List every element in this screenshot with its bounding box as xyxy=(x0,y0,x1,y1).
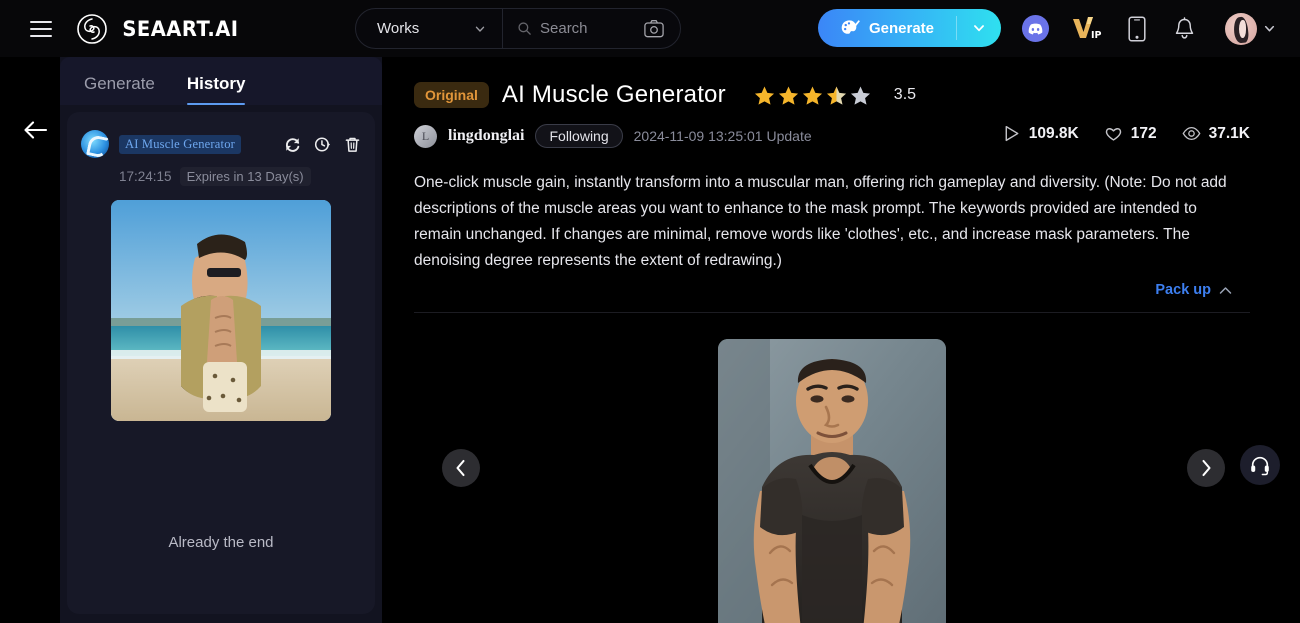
palette-brush-icon xyxy=(841,19,860,34)
carousel-image[interactable] xyxy=(718,339,946,623)
work-description: One-click muscle gain, instantly transfo… xyxy=(414,174,1227,269)
tab-history[interactable]: History xyxy=(171,74,262,105)
stat-views-value: 37.1K xyxy=(1208,124,1250,142)
history-thumbnail[interactable] xyxy=(111,200,331,421)
sidebar-tabs: Generate History xyxy=(60,57,382,105)
chevron-down-icon xyxy=(475,26,485,32)
brand-name: SEAART.AI xyxy=(122,16,239,41)
history-time: 17:24:15 xyxy=(119,169,172,184)
discord-icon xyxy=(1021,14,1050,43)
image-carousel xyxy=(414,339,1250,623)
chevron-up-icon xyxy=(1219,286,1232,294)
back-button[interactable] xyxy=(22,117,50,143)
generate-button[interactable]: Generate xyxy=(818,9,1001,47)
delete-trash-icon[interactable] xyxy=(344,136,361,153)
search-input[interactable] xyxy=(540,20,640,37)
category-select-works[interactable]: Works xyxy=(356,9,503,48)
pack-up-row: Pack up xyxy=(414,282,1232,298)
history-card: AI Muscle Generator 17:24:15 Expires in … xyxy=(67,112,375,614)
generate-button-main[interactable]: Generate xyxy=(818,18,956,39)
play-icon xyxy=(1005,125,1019,142)
rating-value: 3.5 xyxy=(893,86,917,103)
history-item-tag[interactable]: AI Muscle Generator xyxy=(119,134,242,154)
stat-likes-value: 172 xyxy=(1130,124,1157,142)
author-avatar: L xyxy=(414,124,437,148)
vip-button[interactable]: IP xyxy=(1072,0,1106,57)
main-content: Original AI Muscle Generator 3.5 L lingd… xyxy=(382,57,1300,623)
carousel-next-button[interactable] xyxy=(1187,449,1225,487)
hamburger-icon[interactable] xyxy=(30,16,56,42)
brand-logo-link[interactable]: SEAART.AI xyxy=(76,13,243,45)
stat-likes[interactable]: 172 xyxy=(1104,124,1157,143)
search-icon xyxy=(518,22,531,35)
stat-runs: 109.8K xyxy=(1002,124,1079,143)
support-button[interactable] xyxy=(1240,445,1280,485)
search-bar: Works xyxy=(355,8,681,49)
star-icon xyxy=(802,86,822,105)
author-name[interactable]: lingdonglai xyxy=(448,127,524,145)
star-icon xyxy=(754,86,774,105)
carousel-image-content xyxy=(718,339,946,623)
history-end-text: Already the end xyxy=(168,534,274,551)
eye-icon xyxy=(1182,126,1201,141)
chevron-down-icon xyxy=(1264,25,1275,32)
page-title: AI Muscle Generator xyxy=(501,81,726,108)
history-expires-badge: Expires in 13 Day(s) xyxy=(179,167,311,186)
section-divider xyxy=(414,312,1250,313)
stat-runs-value: 109.8K xyxy=(1028,124,1079,142)
history-card-header: AI Muscle Generator xyxy=(81,130,361,158)
chevron-right-icon xyxy=(1202,459,1211,477)
top-header: SEAART.AI Works Search Generate IP xyxy=(0,0,1300,57)
pack-up-button[interactable]: Pack up xyxy=(1155,282,1232,298)
pack-up-label: Pack up xyxy=(1155,282,1211,298)
headset-support-icon xyxy=(1251,456,1269,476)
seaart-mark-icon xyxy=(81,130,109,158)
work-title-row: Original AI Muscle Generator 3.5 xyxy=(414,81,1250,109)
mobile-app-icon xyxy=(1128,15,1146,42)
category-select-value: Works xyxy=(377,20,420,37)
notifications-button[interactable] xyxy=(1174,0,1195,57)
updated-date: 2024-11-09 13:25:01 Update xyxy=(633,128,812,144)
discord-button[interactable] xyxy=(1021,0,1050,57)
user-menu[interactable] xyxy=(1225,0,1276,57)
user-avatar xyxy=(1225,12,1257,45)
history-card-actions xyxy=(284,136,361,153)
mobile-app-button[interactable] xyxy=(1128,0,1146,57)
vip-icon: IP xyxy=(1073,16,1102,41)
original-badge: Original xyxy=(414,82,489,108)
camera-icon[interactable] xyxy=(644,19,664,38)
stat-views: 37.1K xyxy=(1182,124,1250,143)
history-clock-icon[interactable] xyxy=(314,136,331,153)
star-icon xyxy=(778,86,798,105)
history-card-meta: 17:24:15 Expires in 13 Day(s) xyxy=(119,167,361,186)
heart-icon xyxy=(1105,128,1121,141)
bell-icon xyxy=(1175,17,1194,39)
chevron-down-icon xyxy=(974,25,984,32)
star-empty-icon xyxy=(850,86,870,105)
star-half-icon xyxy=(826,86,846,105)
app-root: SEAART.AI Works Search Generate IP Gener… xyxy=(0,0,1300,623)
work-stats: 109.8K 172 37.1K xyxy=(1002,124,1250,143)
chevron-left-icon xyxy=(456,459,465,477)
tab-generate[interactable]: Generate xyxy=(68,74,171,105)
history-thumbnail-image xyxy=(111,200,331,421)
regenerate-icon[interactable] xyxy=(284,136,301,153)
carousel-prev-button[interactable] xyxy=(442,449,480,487)
generate-button-label: Generate xyxy=(868,19,935,37)
following-button[interactable]: Following xyxy=(535,124,623,148)
rating-stars[interactable] xyxy=(754,85,871,106)
seaart-logo-icon xyxy=(77,13,107,44)
search-field-wrap xyxy=(503,20,644,37)
svg-text:IP: IP xyxy=(1091,30,1102,41)
left-sidebar-panel: Generate History AI Muscle Generator 17:… xyxy=(60,57,382,623)
author-row: L lingdonglai Following 2024-11-09 13:25… xyxy=(414,124,1250,148)
generate-dropdown-button[interactable] xyxy=(957,21,1001,35)
